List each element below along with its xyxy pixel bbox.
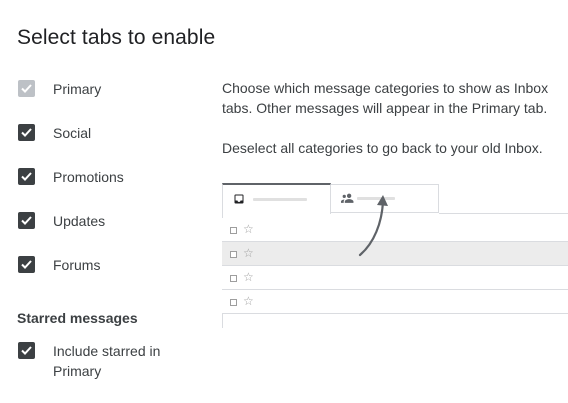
category-forums[interactable]: Forums xyxy=(18,256,100,273)
check-icon xyxy=(21,172,32,181)
include-starred-label-line2: Primary xyxy=(53,363,102,379)
curved-arrow-icon xyxy=(358,195,388,257)
promotions-label: Promotions xyxy=(53,169,124,185)
category-promotions[interactable]: Promotions xyxy=(18,168,124,185)
check-icon xyxy=(21,216,32,225)
check-icon xyxy=(21,346,32,355)
check-icon xyxy=(21,128,32,137)
forums-checkbox[interactable] xyxy=(18,256,35,273)
inbox-tabs-illustration: ☆ ☆ ☆ ☆ xyxy=(222,183,568,328)
category-updates[interactable]: Updates xyxy=(18,212,105,229)
dialog-title: Select tabs to enable xyxy=(17,26,216,49)
include-starred-option[interactable]: Include starred in Primary xyxy=(18,342,160,379)
check-icon xyxy=(21,260,32,269)
updates-label: Updates xyxy=(53,213,106,229)
description-line-3: Deselect all categories to go back to yo… xyxy=(222,140,543,156)
promotions-checkbox[interactable] xyxy=(18,168,35,185)
social-checkbox[interactable] xyxy=(18,124,35,141)
updates-checkbox[interactable] xyxy=(18,212,35,229)
primary-label: Primary xyxy=(53,81,102,97)
include-starred-label-line1: Include starred in xyxy=(53,343,161,359)
primary-checkbox[interactable] xyxy=(18,80,35,97)
include-starred-checkbox[interactable] xyxy=(18,342,35,359)
description-line-1: Choose which message categories to show … xyxy=(222,80,549,96)
forums-label: Forums xyxy=(53,257,101,273)
category-social[interactable]: Social xyxy=(18,124,91,141)
description-line-2: tabs. Other messages will appear in the … xyxy=(222,100,548,116)
starred-messages-heading: Starred messages xyxy=(17,310,138,326)
social-label: Social xyxy=(53,125,92,141)
category-primary[interactable]: Primary xyxy=(18,80,101,97)
check-icon xyxy=(21,84,32,93)
